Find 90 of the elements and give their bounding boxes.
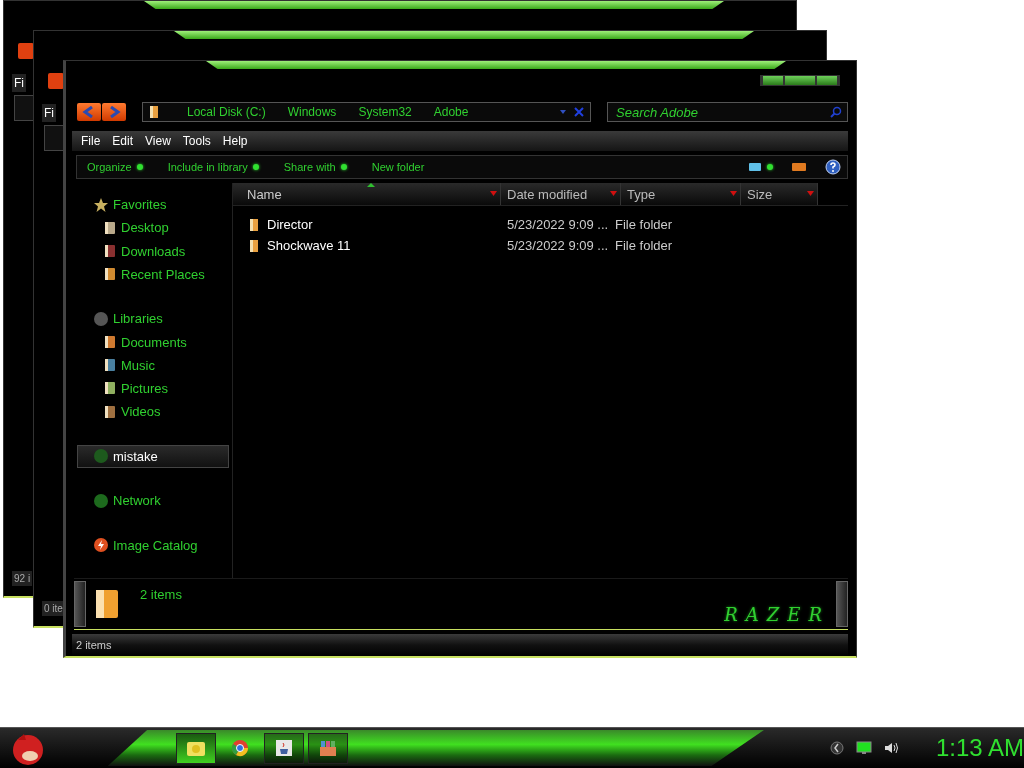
back-button[interactable] [77,103,101,121]
status-text: 92 i [12,571,33,586]
dropdown-caret-icon[interactable] [610,191,617,196]
table-cell-text: File folder [615,217,674,232]
file-name[interactable]: Director [267,217,313,232]
dropdown-caret-icon[interactable] [807,191,814,196]
dropdown-caret-icon[interactable] [730,191,737,196]
browser-icon [230,739,249,757]
minimize-button[interactable] [763,76,783,85]
menu-item[interactable]: Fi [42,104,56,122]
nav-item[interactable]: Image Catalog [74,533,232,557]
breadcrumb[interactable]: Local Disk (C:) [187,105,266,119]
nav-item[interactable]: Downloads [74,239,232,263]
menu-item[interactable]: Help [217,134,253,148]
folder-icon [185,739,206,757]
nav-item[interactable]: Videos [74,400,232,424]
library-item-icon [103,403,117,420]
nav-item[interactable]: Pictures [74,376,232,401]
nav-item[interactable]: Documents [74,330,232,354]
back-button[interactable] [48,73,64,89]
column-header[interactable]: Type [621,183,741,205]
library-item-icon [103,334,117,350]
dropdown-caret-icon[interactable] [490,191,497,196]
star-icon [93,196,109,213]
address-bar[interactable]: Local Disk (C:) Windows System32 Adobe [142,102,591,122]
search-icon[interactable] [830,106,842,118]
column-header[interactable]: Name [233,183,501,205]
search-field[interactable]: Search Adobe [607,102,848,122]
library-item-icon [103,266,117,283]
menu-item[interactable]: Edit [107,134,139,148]
command-bar [44,125,64,151]
help-icon[interactable] [825,159,841,175]
nav-item[interactable]: Libraries [74,307,232,331]
breadcrumb[interactable]: System32 [358,105,412,119]
column-header[interactable]: Size [741,183,818,205]
menu-item[interactable]: View [140,134,176,148]
sort-indicator-icon [366,183,375,187]
back-button[interactable] [18,43,34,59]
folder-icon [149,105,159,119]
scrollbar[interactable] [836,581,848,627]
folder-icon [94,588,120,620]
close-icon[interactable] [574,107,584,117]
logo: RAZER [724,604,830,625]
library-item-icon [103,357,117,374]
nav-item[interactable]: Favorites [74,193,232,217]
status-text: 2 items [75,639,112,651]
folder-icon [249,217,259,232]
command-bar [14,95,34,121]
library-item-icon [103,243,117,260]
speaker-icon[interactable] [883,741,900,755]
command-button[interactable]: Share with [283,161,348,173]
command-button[interactable]: Include in library [167,161,260,173]
table-cell-text: 5/23/2022 9:09 ... [506,238,610,253]
menu-item[interactable]: Fi [12,74,26,92]
table-cell-text: File folder [615,238,674,253]
dropdown-caret-icon[interactable] [560,110,566,114]
nav-item[interactable]: Music [74,353,232,377]
nav-item[interactable]: Network [74,489,232,513]
archive-icon [317,739,338,757]
nav-item[interactable]: Desktop [74,216,232,240]
command-button[interactable]: New folder [371,161,425,173]
breadcrumb[interactable]: Adobe [433,105,469,119]
coffee-cup-icon [274,739,293,757]
item-count: 2 items [140,587,182,602]
column-header[interactable]: Date modified [501,183,621,205]
library-item-icon [103,219,117,236]
taskbar-button[interactable] [175,732,216,764]
nav-item[interactable]: Recent Places [74,262,232,286]
status-text: 0 ite [42,601,65,616]
clock[interactable]: 1:13 AM [935,734,1024,762]
maximize-button[interactable] [785,76,815,85]
scrollbar[interactable] [74,581,86,627]
close-button[interactable] [817,76,837,85]
nav-item[interactable]: mistake [77,444,229,468]
lightning-icon [93,537,109,554]
folder-icon [249,238,259,253]
view-icon[interactable] [748,162,762,172]
table-cell-text: 5/23/2022 9:09 ... [506,217,610,232]
menu-item[interactable]: Tools [177,134,216,148]
taskbar-button[interactable] [263,732,304,764]
command-button[interactable]: Organize [87,161,144,173]
library-item-icon [103,380,117,397]
preview-pane-icon[interactable] [791,162,807,172]
menu-item[interactable]: File [76,134,106,148]
file-name[interactable]: Shockwave 11 [267,238,351,253]
forward-button[interactable] [102,103,126,121]
monitor-icon[interactable] [855,741,872,755]
taskbar-button[interactable] [307,732,348,764]
breadcrumb[interactable]: Windows [287,105,337,119]
dropdown-dot-icon[interactable] [767,164,773,170]
